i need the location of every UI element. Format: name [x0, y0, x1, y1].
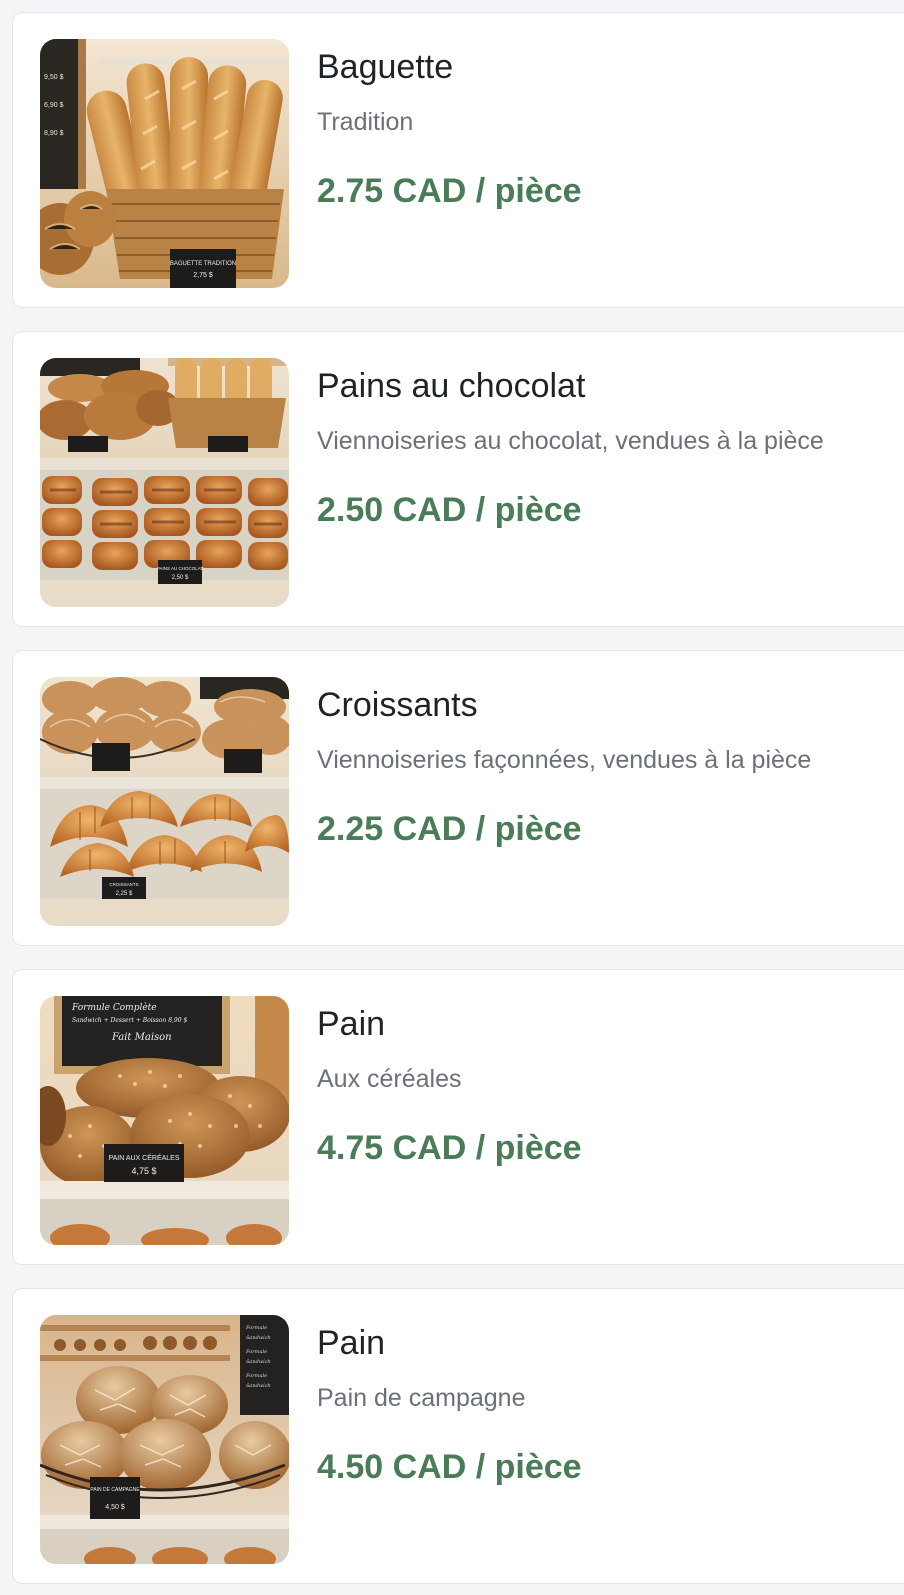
svg-text:Sandwich: Sandwich [246, 1383, 271, 1389]
croissants-photo: CROISSANTS 2,25 $ [40, 677, 289, 926]
image-sign-price: 4,75 $ [131, 1166, 156, 1176]
chalkboard-line-1: Formule Complète [71, 1002, 157, 1013]
image-sign-text: PAINS AU CHOCOLAT [157, 566, 204, 571]
svg-text:Sandwich: Sandwich [246, 1359, 271, 1365]
product-subtitle: Aux céréales [317, 1065, 462, 1093]
chalkboard-line-2: Sandwich + Dessert + Boisson 8,90 $ [72, 1017, 187, 1024]
svg-text:8,90 $: 8,90 $ [44, 130, 64, 137]
product-card-pain-cereales[interactable]: Formule Complète Sandwich + Dessert + Bo… [12, 969, 904, 1265]
product-image-pains-au-chocolat[interactable]: PAINS AU CHOCOLAT 2,50 $ [40, 358, 289, 607]
product-price: 4.50 CAD / pièce [317, 1448, 582, 1486]
country-bread-photo: Formule Sandwich Formule Sandwich Formule San… [40, 1315, 289, 1564]
product-title: Baguette [317, 48, 454, 86]
product-card-pain-campagne[interactable]: Formule Sandwich Formule Sandwich Formule San… [12, 1288, 904, 1584]
image-sign-price: 4,50 $ [105, 1504, 125, 1511]
pains-au-chocolat-photo: PAINS AU CHOCOLAT 2,50 $ [40, 358, 289, 607]
chalkboard-line-3: Fait Maison [111, 1032, 172, 1043]
product-title: Pain [317, 1324, 386, 1362]
image-sign-text: BAGUETTE TRADITION [170, 261, 236, 267]
product-subtitle: Pain de campagne [317, 1384, 526, 1412]
product-price: 2.75 CAD / pièce [317, 172, 582, 210]
product-price: 2.25 CAD / pièce [317, 810, 582, 848]
product-image-croissants[interactable]: CROISSANTS 2,25 $ [40, 677, 289, 926]
svg-text:Formule: Formule [245, 1325, 267, 1331]
svg-text:9,50 $: 9,50 $ [44, 74, 64, 81]
image-sign-price: 2,50 $ [172, 575, 189, 581]
product-image-baguette[interactable]: 9,50 $ 6,90 $ 8,90 $ BAGUETTE TRADITION 2,… [40, 39, 289, 288]
svg-text:6,90 $: 6,90 $ [44, 102, 64, 109]
image-sign-text: PAIN DE CAMPAGNE [90, 1487, 140, 1493]
product-list: 9,50 $ 6,90 $ 8,90 $ BAGUETTE TRADITION 2,… [0, 0, 904, 1595]
image-sign-price: 2,25 $ [116, 891, 133, 897]
svg-text:Sandwich: Sandwich [246, 1335, 271, 1341]
multigrain-bread-photo: Formule Complète Sandwich + Dessert + Bo… [40, 996, 289, 1245]
product-image-pain-campagne[interactable]: Formule Sandwich Formule Sandwich Formule San… [40, 1315, 289, 1564]
product-subtitle: Tradition [317, 108, 414, 136]
product-price: 4.75 CAD / pièce [317, 1129, 582, 1167]
product-title: Croissants [317, 686, 478, 724]
baguette-photo: 9,50 $ 6,90 $ 8,90 $ BAGUETTE TRADITION 2,… [40, 39, 289, 288]
product-subtitle: Viennoiseries façonnées, vendues à la pi… [317, 746, 812, 774]
product-title: Pains au chocolat [317, 367, 586, 405]
product-card-pains-au-chocolat[interactable]: PAINS AU CHOCOLAT 2,50 $ Pains au chocol… [12, 331, 904, 627]
product-card-croissants[interactable]: CROISSANTS 2,25 $ Croissants Viennoiseri… [12, 650, 904, 946]
product-title: Pain [317, 1005, 386, 1043]
svg-text:Formule: Formule [245, 1349, 267, 1355]
product-image-pain-cereales[interactable]: Formule Complète Sandwich + Dessert + Bo… [40, 996, 289, 1245]
product-subtitle: Viennoiseries au chocolat, vendues à la … [317, 427, 824, 455]
svg-text:Formule: Formule [245, 1373, 267, 1379]
image-sign-text: CROISSANTS [109, 882, 138, 887]
image-sign-price: 2,75 $ [193, 272, 213, 279]
product-card-baguette[interactable]: 9,50 $ 6,90 $ 8,90 $ BAGUETTE TRADITION 2,… [12, 12, 904, 308]
image-sign-text: PAIN AUX CÉRÉALES [108, 1153, 179, 1162]
product-price: 2.50 CAD / pièce [317, 491, 582, 529]
